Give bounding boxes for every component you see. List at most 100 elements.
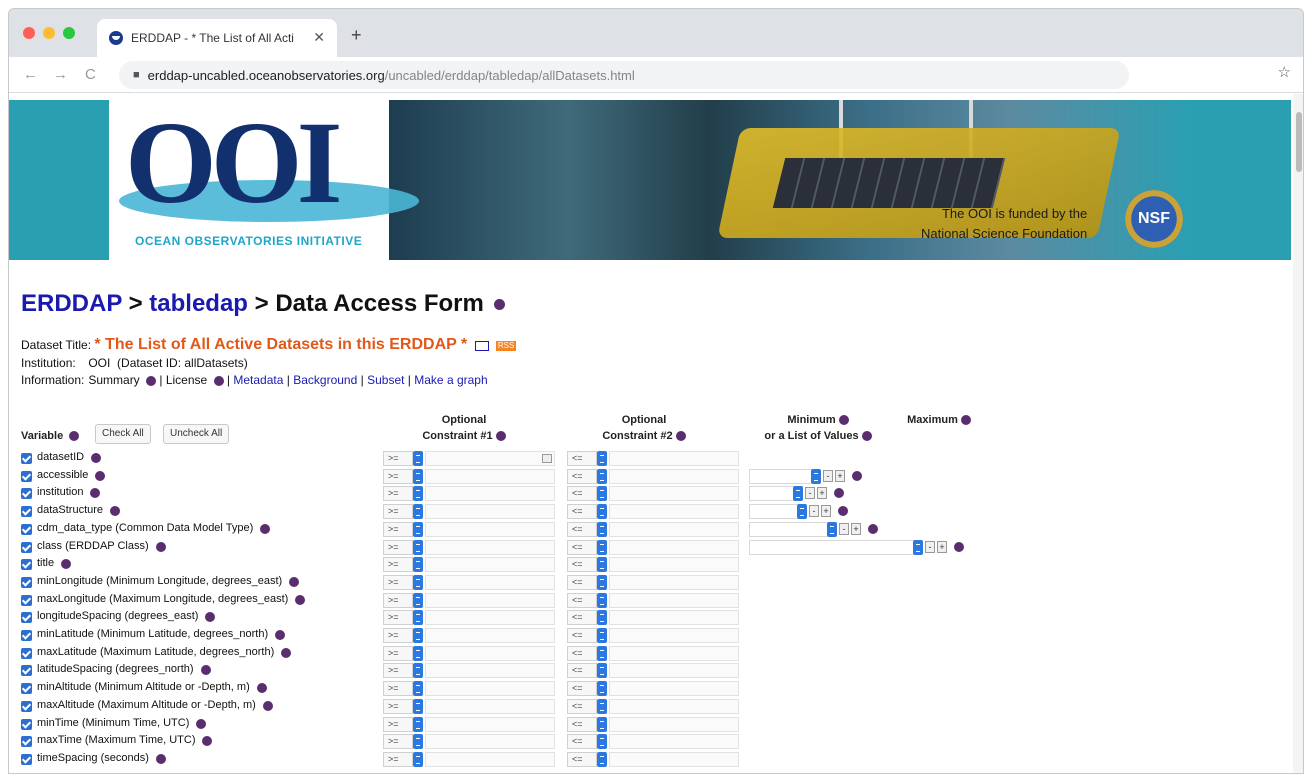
help-icon[interactable] xyxy=(493,299,505,311)
constraint2-operator-spinner[interactable] xyxy=(597,645,607,661)
increment-button[interactable]: + xyxy=(821,505,831,518)
constraint1-operator-spinner[interactable] xyxy=(413,574,423,590)
increment-button[interactable]: + xyxy=(835,469,845,482)
variable-help-icon[interactable] xyxy=(156,753,166,764)
value-list-help-icon[interactable] xyxy=(852,470,862,481)
constraint1-operator-spinner[interactable] xyxy=(413,451,423,466)
rss-icon[interactable]: RSS xyxy=(495,340,517,351)
constraint2-value[interactable] xyxy=(609,486,739,502)
constraint1-operator-spinner[interactable] xyxy=(413,539,423,555)
constraint2-operator-spinner[interactable] xyxy=(597,681,607,697)
value-list-help-icon[interactable] xyxy=(838,506,848,517)
address-bar[interactable]: ■ erddap-uncabled.oceanobservatories.org… xyxy=(119,61,1129,89)
constraint1-operator[interactable]: >= xyxy=(383,557,413,573)
bookmark-star-icon[interactable]: ☆ xyxy=(1278,63,1291,81)
variable-checkbox[interactable] xyxy=(21,594,32,606)
decrement-button[interactable]: - xyxy=(809,505,819,518)
forward-icon[interactable]: → xyxy=(53,66,68,83)
increment-button[interactable]: + xyxy=(851,522,861,535)
constraint2-operator-spinner[interactable] xyxy=(597,751,607,767)
constraint2-operator[interactable]: <= xyxy=(567,574,597,590)
constraint2-value[interactable] xyxy=(609,716,739,732)
constraint2-operator-spinner[interactable] xyxy=(597,557,607,573)
variable-help-icon[interactable] xyxy=(275,630,285,640)
constraint2-operator-spinner[interactable] xyxy=(597,628,607,643)
constraint1-operator[interactable]: >= xyxy=(383,486,413,502)
constraint1-value[interactable] xyxy=(425,468,555,484)
value-list-help-icon[interactable] xyxy=(834,488,844,499)
subset-link[interactable]: Subset xyxy=(367,373,404,387)
constraint1-value[interactable] xyxy=(425,451,555,466)
constraint1-operator[interactable]: >= xyxy=(383,539,413,555)
constraint2-operator[interactable]: <= xyxy=(567,539,597,555)
scrollbar-thumb[interactable] xyxy=(1296,112,1302,172)
constraint2-operator-spinner[interactable] xyxy=(597,663,607,679)
minimize-window-button[interactable] xyxy=(43,27,55,39)
new-tab-button[interactable]: + xyxy=(351,25,362,46)
breadcrumb-tabledap-link[interactable]: tabledap xyxy=(149,290,248,317)
constraint1-value[interactable] xyxy=(425,734,555,750)
constraint2-value[interactable] xyxy=(609,698,739,714)
value-list-spinner[interactable] xyxy=(797,504,807,520)
variable-help-icon[interactable] xyxy=(289,576,299,587)
metadata-link[interactable]: Metadata xyxy=(233,373,283,387)
options-icon[interactable] xyxy=(542,454,552,463)
value-list-select[interactable] xyxy=(749,468,811,484)
constraint1-operator-spinner[interactable] xyxy=(413,663,423,679)
constraint2-value[interactable] xyxy=(609,592,739,608)
constraint1-operator-spinner[interactable] xyxy=(413,645,423,661)
decrement-button[interactable]: - xyxy=(925,540,935,553)
constraint2-operator[interactable]: <= xyxy=(567,681,597,697)
increment-button[interactable]: + xyxy=(937,540,947,553)
value-list-spinner[interactable] xyxy=(913,539,923,555)
constraint1-operator[interactable]: >= xyxy=(383,681,413,697)
constraint2-value[interactable] xyxy=(609,451,739,466)
variable-checkbox[interactable] xyxy=(21,576,32,588)
variable-help-icon[interactable] xyxy=(90,488,100,499)
constraint1-operator[interactable]: >= xyxy=(383,751,413,767)
maximum-help-icon[interactable] xyxy=(960,415,971,426)
constraint1-value[interactable] xyxy=(425,645,555,661)
constraint2-value[interactable] xyxy=(609,504,739,520)
constraint1-operator-spinner[interactable] xyxy=(413,610,423,626)
variable-help-icon[interactable] xyxy=(196,718,206,729)
variable-checkbox[interactable] xyxy=(21,665,32,677)
variable-checkbox[interactable] xyxy=(21,700,32,712)
variable-checkbox[interactable] xyxy=(21,506,32,518)
constraint2-operator-spinner[interactable] xyxy=(597,468,607,484)
constraint1-operator-spinner[interactable] xyxy=(413,628,423,643)
constraint2-value[interactable] xyxy=(609,751,739,767)
constraint1-value[interactable] xyxy=(425,663,555,679)
variable-help-icon[interactable] xyxy=(91,453,101,463)
variable-checkbox[interactable] xyxy=(21,683,32,695)
variable-checkbox[interactable] xyxy=(21,541,32,553)
decrement-button[interactable]: - xyxy=(823,469,833,482)
variable-checkbox[interactable] xyxy=(21,736,32,748)
back-icon[interactable]: ← xyxy=(23,66,38,83)
constraint1-value[interactable] xyxy=(425,557,555,573)
constraint1-operator-spinner[interactable] xyxy=(413,557,423,573)
constraint1-operator[interactable]: >= xyxy=(383,610,413,626)
constraint1-operator-spinner[interactable] xyxy=(413,681,423,697)
value-list-spinner[interactable] xyxy=(793,486,803,502)
constraint1-operator[interactable]: >= xyxy=(383,716,413,732)
constraint2-value[interactable] xyxy=(609,610,739,626)
constraint1-operator-spinner[interactable] xyxy=(413,716,423,732)
constraint2-operator[interactable]: <= xyxy=(567,468,597,484)
constraint2-value[interactable] xyxy=(609,645,739,661)
constraint1-value[interactable] xyxy=(425,751,555,767)
constraint1-operator[interactable]: >= xyxy=(383,734,413,750)
variable-help-icon[interactable] xyxy=(61,559,71,570)
constraint2-operator-spinner[interactable] xyxy=(597,504,607,520)
value-list-select[interactable] xyxy=(749,504,797,520)
summary-help-icon[interactable] xyxy=(146,375,157,386)
value-list-select[interactable] xyxy=(749,486,793,502)
list-help-icon[interactable] xyxy=(861,431,872,442)
constraint2-operator-spinner[interactable] xyxy=(597,610,607,626)
variable-help-icon[interactable] xyxy=(205,612,215,623)
constraint2-operator[interactable]: <= xyxy=(567,486,597,502)
constraint2-operator[interactable]: <= xyxy=(567,610,597,626)
constraint2-operator-spinner[interactable] xyxy=(597,574,607,590)
variable-checkbox[interactable] xyxy=(21,559,32,571)
vertical-scrollbar[interactable] xyxy=(1293,94,1303,773)
